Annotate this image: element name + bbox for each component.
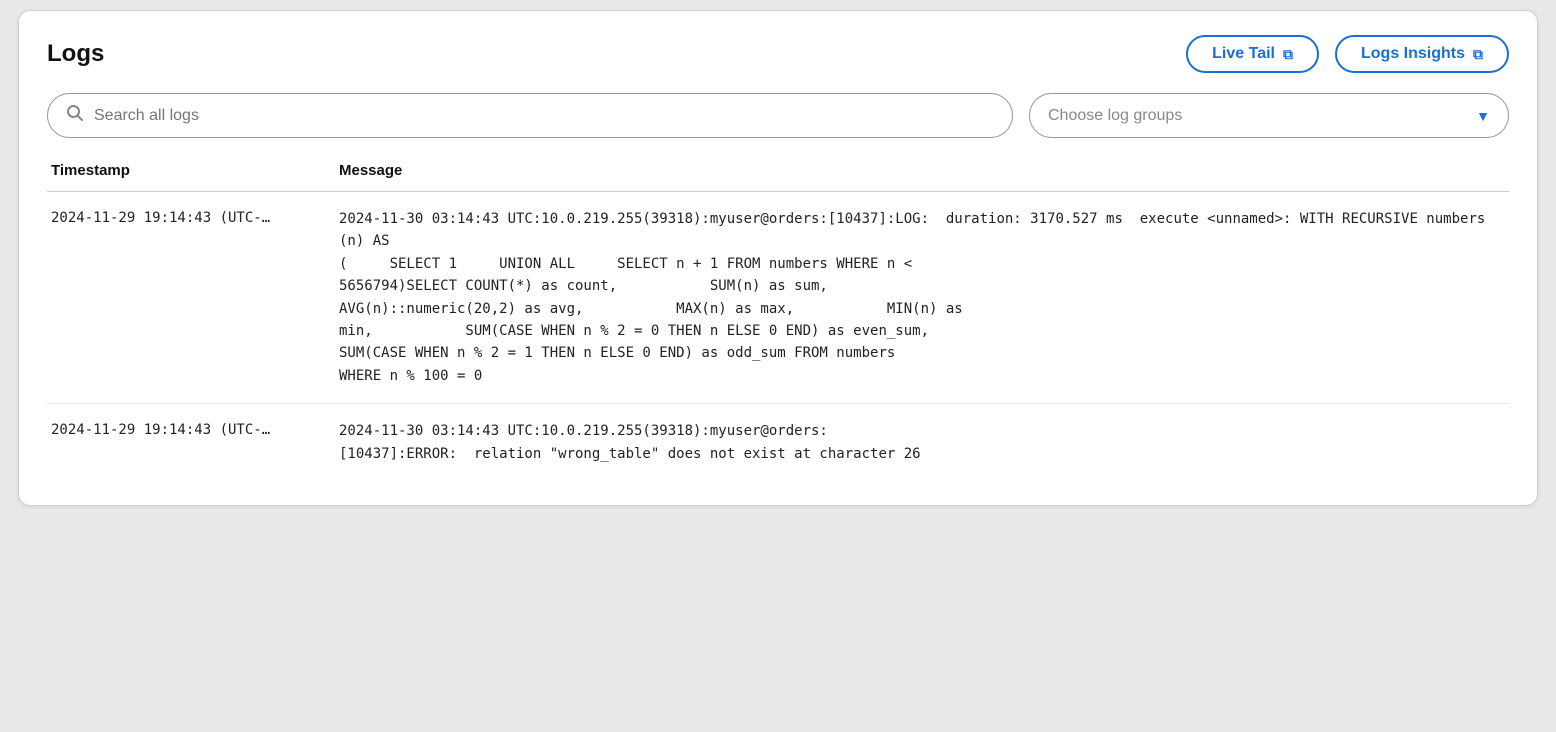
search-input[interactable] [94,107,994,125]
logs-insights-external-icon: ⧉ [1473,46,1483,63]
search-row: Choose log groups ▼ [47,93,1509,138]
page-title: Logs [47,40,104,68]
log-timestamp: 2024-11-29 19:14:43 (UTC-… [47,420,327,465]
column-header-timestamp: Timestamp [47,158,327,183]
live-tail-external-icon: ⧉ [1283,46,1293,63]
logs-insights-label: Logs Insights [1361,45,1465,63]
log-groups-placeholder: Choose log groups [1048,107,1182,125]
logs-insights-button[interactable]: Logs Insights ⧉ [1335,35,1509,73]
table-header: Timestamp Message [47,158,1509,192]
dropdown-arrow-icon: ▼ [1476,108,1490,124]
table-row: 2024-11-29 19:14:43 (UTC-… 2024-11-30 03… [47,192,1509,404]
log-timestamp: 2024-11-29 19:14:43 (UTC-… [47,208,327,387]
live-tail-label: Live Tail [1212,45,1275,63]
log-table-body: 2024-11-29 19:14:43 (UTC-… 2024-11-30 03… [47,192,1509,481]
live-tail-button[interactable]: Live Tail ⧉ [1186,35,1319,73]
log-message: 2024-11-30 03:14:43 UTC:10.0.219.255(393… [327,208,1509,387]
header-buttons: Live Tail ⧉ Logs Insights ⧉ [1186,35,1509,73]
log-groups-dropdown[interactable]: Choose log groups ▼ [1029,93,1509,138]
table-row: 2024-11-29 19:14:43 (UTC-… 2024-11-30 03… [47,404,1509,481]
search-box [47,93,1013,138]
search-icon [66,104,84,127]
log-message: 2024-11-30 03:14:43 UTC:10.0.219.255(393… [327,420,1509,465]
header: Logs Live Tail ⧉ Logs Insights ⧉ [47,35,1509,73]
logs-panel: Logs Live Tail ⧉ Logs Insights ⧉ Choose … [18,10,1538,506]
column-header-message: Message [327,158,1509,183]
